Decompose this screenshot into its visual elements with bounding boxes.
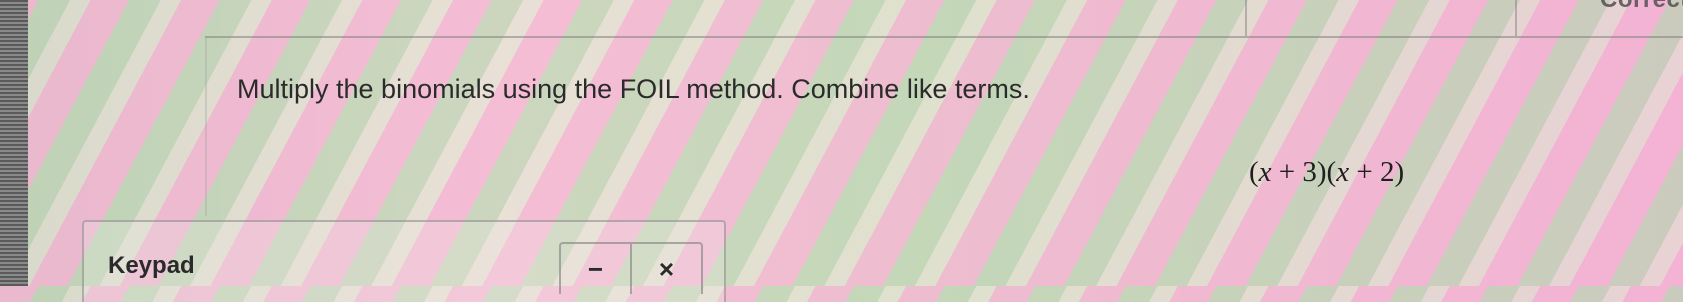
cell-divider — [1245, 0, 1247, 36]
expression-var-x1: x — [1258, 156, 1272, 188]
keypad-minimize-button[interactable]: − — [561, 244, 630, 294]
question-panel: Multiply the binomials using the FOIL me… — [205, 36, 1683, 216]
cell-divider — [1515, 0, 1517, 36]
keypad-title: Keypad — [108, 252, 195, 279]
status-badge: Correct — [1600, 0, 1683, 14]
expression-term2: + 2) — [1349, 156, 1405, 188]
expression-var-x2: x — [1336, 156, 1350, 188]
question-instruction: Multiply the binomials using the FOIL me… — [237, 74, 1030, 104]
math-expression: (x + 3)(x + 2) — [1249, 156, 1404, 189]
status-bar: Correct — [205, 0, 1683, 38]
screen-bezel — [0, 0, 28, 286]
keypad-panel: Keypad − × — [82, 220, 726, 302]
expression-open: ( — [1249, 156, 1259, 188]
keypad-window-controls: − × — [559, 242, 703, 294]
expression-term1: + 3)( — [1271, 156, 1337, 188]
close-icon: × — [658, 253, 675, 284]
keypad-close-button[interactable]: × — [630, 244, 701, 294]
minus-icon: − — [587, 253, 604, 284]
